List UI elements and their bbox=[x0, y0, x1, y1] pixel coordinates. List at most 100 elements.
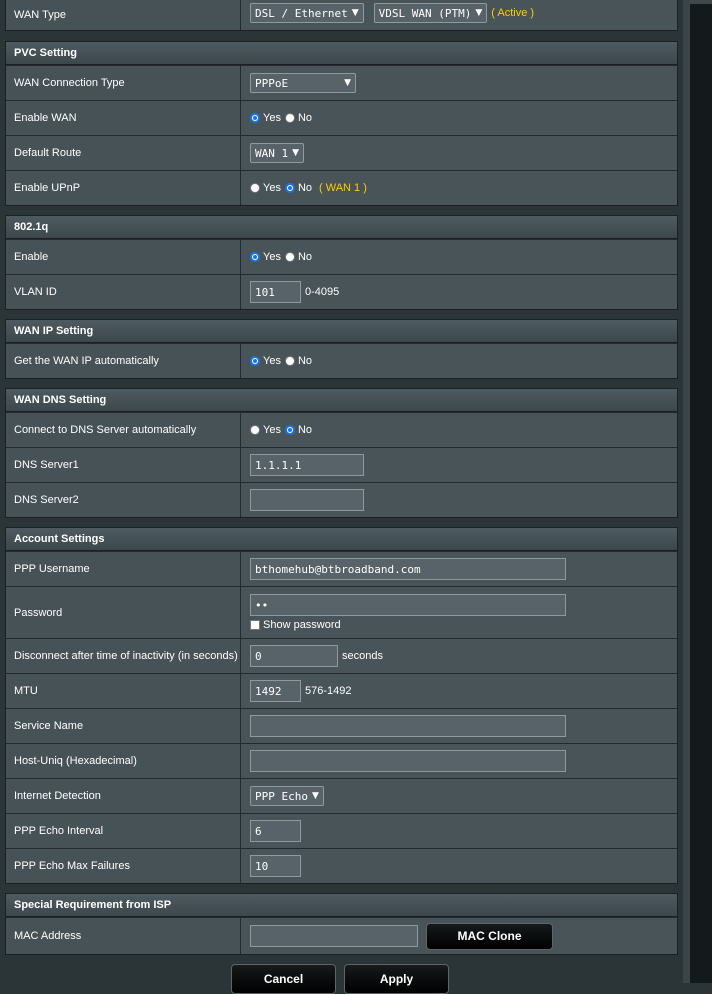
conn-type-label: WAN Connection Type bbox=[6, 66, 241, 100]
password-label: Password bbox=[6, 587, 241, 638]
mac-input[interactable] bbox=[250, 925, 418, 947]
chevron-down-icon: ▼ bbox=[475, 8, 483, 18]
detect-select[interactable]: PPP Echo ▼ bbox=[250, 786, 324, 806]
isp-section: Special Requirement from ISP MAC Address… bbox=[5, 893, 678, 955]
radio-empty-icon bbox=[250, 183, 260, 193]
enable-wan-row: Enable WAN Yes No bbox=[6, 100, 677, 135]
chevron-down-icon: ▼ bbox=[292, 148, 300, 158]
idle-unit: seconds bbox=[342, 650, 383, 662]
wan-ip-auto-label: Get the WAN IP automatically bbox=[6, 344, 241, 378]
dns1-row: DNS Server1 1.1.1.1 bbox=[6, 447, 677, 482]
radio-empty-icon bbox=[284, 356, 295, 366]
upnp-wan-note: ( WAN 1 ) bbox=[319, 182, 367, 194]
echo-fail-label: PPP Echo Max Failures bbox=[6, 849, 241, 883]
idle-label: Disconnect after time of inactivity (in … bbox=[6, 639, 241, 673]
echo-fail-input[interactable]: 10 bbox=[250, 855, 301, 877]
wan-mode-select[interactable]: VDSL WAN (PTM) ▼ bbox=[373, 3, 488, 23]
chevron-down-icon: ▼ bbox=[351, 8, 359, 18]
dns-auto-no-radio[interactable]: No bbox=[284, 424, 312, 436]
radio-empty-icon bbox=[284, 113, 295, 123]
active-status: ( Active ) bbox=[491, 7, 535, 19]
right-edge-bar bbox=[683, 0, 712, 983]
wan-type-label: WAN Type bbox=[6, 0, 241, 30]
dns1-input[interactable]: 1.1.1.1 bbox=[250, 454, 364, 476]
radio-selected-icon bbox=[284, 425, 295, 435]
dot1q-title: 802.1q bbox=[6, 216, 677, 239]
dns-auto-label: Connect to DNS Server automatically bbox=[6, 413, 241, 447]
username-input[interactable]: bthomehub@btbroadband.com bbox=[250, 558, 566, 580]
dns2-input[interactable] bbox=[250, 489, 364, 511]
wan-dns-section: WAN DNS Setting Connect to DNS Server au… bbox=[5, 388, 678, 518]
pvc-section: PVC Setting WAN Connection Type PPPoE ▼ E… bbox=[5, 41, 678, 206]
dot1q-section: 802.1q Enable Yes No VLAN ID 101 0-4095 bbox=[5, 215, 678, 310]
dot1q-yes-radio[interactable]: Yes bbox=[250, 251, 281, 263]
dns-auto-yes-radio[interactable]: Yes bbox=[250, 424, 281, 436]
radio-selected-icon bbox=[250, 356, 260, 366]
dot1q-no-radio[interactable]: No bbox=[284, 251, 312, 263]
mac-clone-button[interactable]: MAC Clone bbox=[426, 922, 553, 950]
upnp-row: Enable UPnP Yes No ( WAN 1 ) bbox=[6, 170, 677, 205]
detect-row: Internet Detection PPP Echo ▼ bbox=[6, 778, 677, 813]
conn-type-row: WAN Connection Type PPPoE ▼ bbox=[6, 65, 677, 100]
dns1-label: DNS Server1 bbox=[6, 448, 241, 482]
mac-label: MAC Address bbox=[6, 918, 241, 954]
default-route-row: Default Route WAN 1 ▼ bbox=[6, 135, 677, 170]
radio-empty-icon bbox=[284, 252, 295, 262]
vlan-label: VLAN ID bbox=[6, 275, 241, 309]
enable-wan-no-radio[interactable]: No bbox=[284, 112, 312, 124]
wan-type-select[interactable]: DSL / Ethernet ▼ bbox=[250, 3, 364, 23]
dns2-row: DNS Server2 bbox=[6, 482, 677, 517]
wan-ip-auto-row: Get the WAN IP automatically Yes No bbox=[6, 343, 677, 378]
wan-type-row: WAN Type DSL / Ethernet ▼ VDSL WAN (PTM) ▼… bbox=[6, 0, 677, 30]
account-section: Account Settings PPP Username bthomehub@… bbox=[5, 527, 678, 884]
wan-ip-section: WAN IP Setting Get the WAN IP automatica… bbox=[5, 319, 678, 379]
idle-input[interactable]: 0 bbox=[250, 645, 338, 667]
upnp-label: Enable UPnP bbox=[6, 171, 241, 205]
enable-wan-yes-radio[interactable]: Yes bbox=[250, 112, 281, 124]
chevron-down-icon: ▼ bbox=[311, 791, 319, 801]
scrollbar-track[interactable] bbox=[683, 0, 690, 983]
wan-ip-yes-radio[interactable]: Yes bbox=[250, 355, 281, 367]
radio-selected-icon bbox=[250, 252, 260, 262]
upnp-yes-radio[interactable]: Yes bbox=[250, 182, 281, 194]
username-label: PPP Username bbox=[6, 552, 241, 586]
wan-ip-no-radio[interactable]: No bbox=[284, 355, 312, 367]
service-label: Service Name bbox=[6, 709, 241, 743]
conn-type-select[interactable]: PPPoE ▼ bbox=[250, 73, 356, 93]
mac-row: MAC Address MAC Clone bbox=[6, 917, 677, 954]
dot1q-enable-row: Enable Yes No bbox=[6, 239, 677, 274]
mtu-label: MTU bbox=[6, 674, 241, 708]
default-route-select[interactable]: WAN 1 ▼ bbox=[250, 143, 305, 163]
echo-fail-row: PPP Echo Max Failures 10 bbox=[6, 848, 677, 883]
pvc-title: PVC Setting bbox=[6, 42, 677, 65]
hostuniq-input[interactable] bbox=[250, 750, 566, 772]
echo-interval-label: PPP Echo Interval bbox=[6, 814, 241, 848]
idle-row: Disconnect after time of inactivity (in … bbox=[6, 638, 677, 673]
detect-label: Internet Detection bbox=[6, 779, 241, 813]
radio-selected-icon bbox=[284, 183, 295, 193]
radio-empty-icon bbox=[250, 425, 260, 435]
cancel-button[interactable]: Cancel bbox=[231, 964, 336, 994]
account-title: Account Settings bbox=[6, 528, 677, 551]
mtu-input[interactable]: 1492 bbox=[250, 680, 301, 702]
apply-button[interactable]: Apply bbox=[344, 964, 449, 994]
mtu-row: MTU 1492 576-1492 bbox=[6, 673, 677, 708]
show-password-checkbox[interactable]: Show password bbox=[250, 619, 341, 631]
dns-auto-row: Connect to DNS Server automatically Yes … bbox=[6, 412, 677, 447]
isp-title: Special Requirement from ISP bbox=[6, 894, 677, 917]
radio-selected-icon bbox=[250, 113, 260, 123]
vlan-range: 0-4095 bbox=[305, 286, 340, 298]
wan-dns-title: WAN DNS Setting bbox=[6, 389, 677, 412]
default-route-label: Default Route bbox=[6, 136, 241, 170]
dot1q-enable-label: Enable bbox=[6, 240, 241, 274]
echo-interval-input[interactable]: 6 bbox=[250, 820, 301, 842]
checkbox-icon bbox=[250, 620, 260, 630]
password-input[interactable]: •• bbox=[250, 594, 566, 616]
dns2-label: DNS Server2 bbox=[6, 483, 241, 517]
vlan-input[interactable]: 101 bbox=[250, 281, 301, 303]
chevron-down-icon: ▼ bbox=[344, 78, 351, 88]
enable-wan-label: Enable WAN bbox=[6, 101, 241, 135]
service-input[interactable] bbox=[250, 715, 566, 737]
username-row: PPP Username bthomehub@btbroadband.com bbox=[6, 551, 677, 586]
upnp-no-radio[interactable]: No bbox=[284, 182, 312, 194]
